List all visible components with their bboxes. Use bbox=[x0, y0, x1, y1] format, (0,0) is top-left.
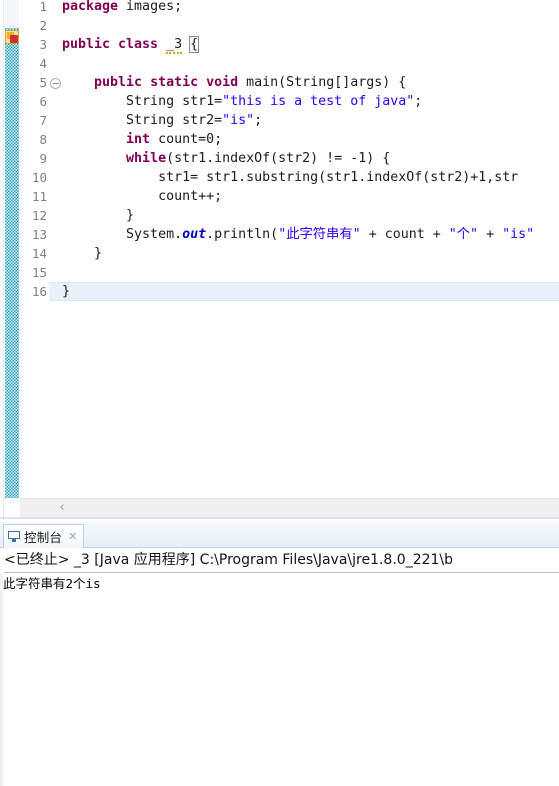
line-number: 14 bbox=[31, 246, 47, 261]
scroll-left-arrow-icon[interactable]: ‹ bbox=[54, 499, 70, 517]
monitor-icon bbox=[8, 531, 20, 542]
line-number: 13 bbox=[31, 227, 47, 242]
java-source-editor[interactable]: 1 2 3 4 5 6 7 8 9 10 11 12 13 14 15 16 p… bbox=[0, 0, 559, 520]
code-line-3: public class _3 { bbox=[62, 36, 200, 54]
line-number: 7 bbox=[39, 113, 47, 128]
code-line-14: } bbox=[62, 246, 103, 261]
line-number: 2 bbox=[39, 18, 47, 33]
code-text-area[interactable]: package images; public class _3 { public… bbox=[62, 0, 559, 498]
code-line-10: str1= str1.substring(str1.indexOf(str2)+… bbox=[62, 170, 519, 185]
console-tab-label: 控制台 bbox=[24, 530, 63, 545]
code-fold-toggle-icon[interactable] bbox=[50, 73, 61, 89]
code-line-7: String str2="is"; bbox=[62, 113, 263, 128]
line-number-gutter[interactable]: 1 2 3 4 5 6 7 8 9 10 11 12 13 14 15 16 bbox=[19, 0, 49, 520]
annotation-column-top-gap bbox=[5, 0, 19, 28]
line-number: 6 bbox=[39, 94, 47, 109]
code-line-8: int count=0; bbox=[126, 132, 223, 147]
fold-collapse-glyph bbox=[50, 78, 61, 89]
code-line-5: public static void main(String[]args) { bbox=[94, 75, 407, 90]
code-line-16: } bbox=[62, 284, 71, 299]
line-number: 4 bbox=[39, 56, 47, 71]
console-view: 控制台 ✕ <已终止> _3 [Java 应用程序] C:\Program Fi… bbox=[0, 522, 559, 786]
line-number: 3 bbox=[39, 37, 47, 52]
line-number: 16 bbox=[31, 284, 47, 299]
warning-marker-icon[interactable] bbox=[5, 30, 19, 44]
annotation-overview-column[interactable] bbox=[5, 0, 19, 498]
line-number: 5 bbox=[39, 75, 47, 90]
editor-horizontal-scrollbar[interactable]: ‹ bbox=[20, 498, 559, 517]
editor-left-edge bbox=[0, 0, 4, 520]
line-number: 1 bbox=[39, 0, 47, 14]
code-line-6: String str1="this is a test of java"; bbox=[62, 94, 423, 109]
close-icon[interactable]: ✕ bbox=[68, 530, 77, 543]
editor-bottom-border bbox=[0, 517, 559, 519]
console-tab-bar: 控制台 ✕ bbox=[0, 522, 559, 548]
code-line-13: System.out.println("此字符串有" + count + "个"… bbox=[62, 227, 535, 242]
line-number: 11 bbox=[31, 189, 47, 204]
line-number: 10 bbox=[31, 170, 47, 185]
code-line-1: package images; bbox=[62, 0, 183, 14]
line-number: 12 bbox=[31, 208, 47, 223]
line-number: 9 bbox=[39, 151, 47, 166]
console-output-text[interactable]: 此字符串有2个is bbox=[3, 576, 559, 762]
tab-console[interactable]: 控制台 ✕ bbox=[3, 524, 85, 548]
console-launch-header: <已终止> _3 [Java 应用程序] C:\Program Files\Ja… bbox=[4, 549, 559, 573]
code-line-12: } bbox=[62, 208, 135, 223]
line-number: 15 bbox=[31, 265, 47, 280]
line-number: 8 bbox=[39, 132, 47, 147]
code-line-9: while(str1.indexOf(str2) != -1) { bbox=[126, 151, 391, 166]
code-line-11: count++; bbox=[62, 189, 223, 204]
